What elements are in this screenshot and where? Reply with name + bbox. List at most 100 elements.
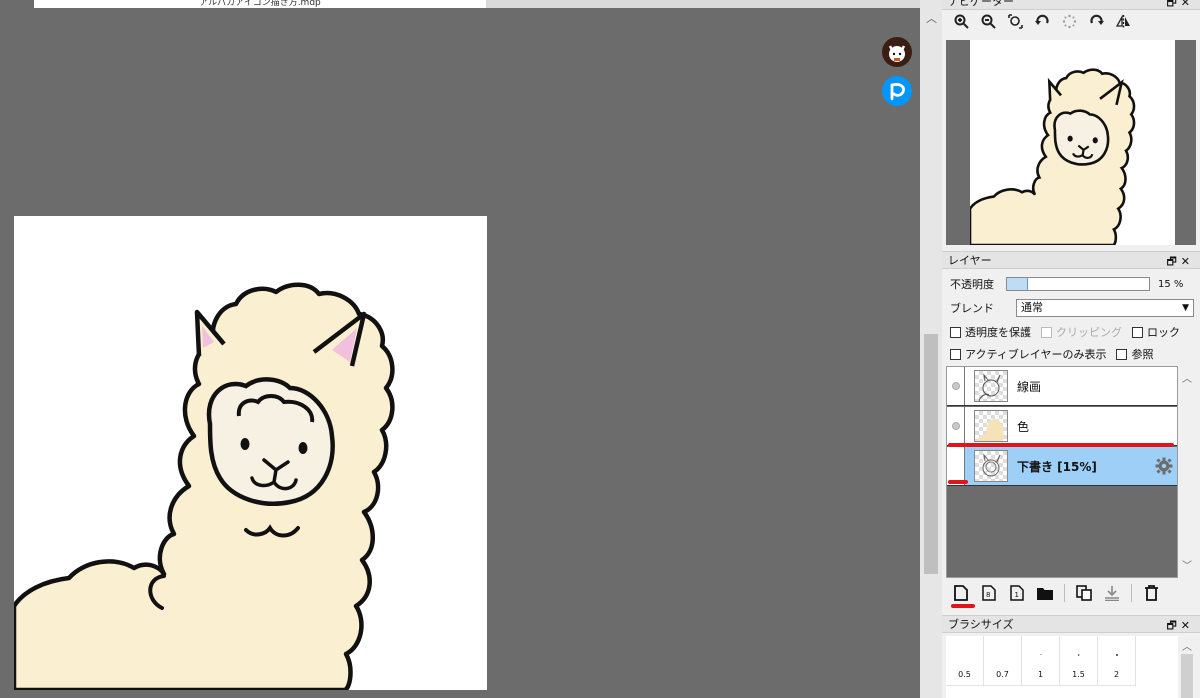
layer-item-sketch[interactable]: 下書き [15%] bbox=[947, 447, 1177, 486]
navigator-thumbnail bbox=[970, 40, 1175, 245]
rotate-reset-icon[interactable] bbox=[1060, 12, 1078, 30]
visibility-dot-icon bbox=[951, 422, 960, 430]
reference-label: 参照 bbox=[1131, 348, 1154, 361]
navigator-preview[interactable] bbox=[946, 40, 1196, 245]
zoom-fit-icon[interactable] bbox=[1006, 12, 1024, 30]
layer-panel-window-controls[interactable]: 🗗✕ bbox=[1166, 253, 1194, 272]
layer-list: 線画 色 下書き [15%] bbox=[946, 366, 1178, 578]
layer-visibility-toggle[interactable] bbox=[947, 367, 965, 405]
navigator-alpaca-thumbnail bbox=[970, 68, 1136, 245]
brush-size-label: 1.5 bbox=[1072, 670, 1085, 679]
alpaca-drawing bbox=[14, 216, 487, 690]
clipping-label: クリッピング bbox=[1056, 326, 1122, 339]
navigator-toolbar bbox=[952, 12, 1132, 30]
blend-mode-select[interactable]: 通常 ▼ bbox=[1016, 299, 1194, 317]
checkbox-box bbox=[1116, 348, 1128, 360]
active-layer-only-label: アクティブレイヤーのみ表示 bbox=[965, 348, 1107, 361]
layer-options-row-2: アクティブレイヤーのみ表示 参照 bbox=[950, 346, 1163, 362]
brush-size-dot bbox=[1077, 654, 1080, 656]
pixiv-icon[interactable] bbox=[882, 76, 912, 106]
layer-item-lineart[interactable]: 線画 bbox=[947, 367, 1177, 406]
scroll-up-arrow-icon[interactable]: ︿ bbox=[926, 10, 937, 26]
dropdown-arrow-icon: ▼ bbox=[1182, 303, 1189, 313]
document-tab[interactable]: アルパカアイコン描き方.mdp bbox=[34, 0, 486, 8]
layer-thumbnail bbox=[974, 410, 1008, 442]
layer-panel-header: レイヤー 🗗✕ bbox=[942, 251, 1200, 269]
rotate-right-icon[interactable] bbox=[1087, 12, 1105, 30]
brush-size-panel-header: ブラシサイズ 🗗✕ bbox=[942, 615, 1200, 633]
merge-down-icon[interactable] bbox=[1103, 584, 1121, 602]
brush-size-dot bbox=[1115, 654, 1118, 656]
brush-size-label: 2 bbox=[1113, 670, 1120, 679]
annotation-red-line bbox=[948, 443, 1174, 447]
layer-options-row-1: 透明度を保護 クリッピング ロック bbox=[950, 324, 1190, 340]
zoom-in-icon[interactable] bbox=[952, 12, 970, 30]
opacity-label: 不透明度 bbox=[950, 278, 994, 291]
svg-text:1: 1 bbox=[1015, 591, 1019, 599]
blend-mode-value: 通常 bbox=[1021, 301, 1043, 314]
layer-thumbnail bbox=[974, 450, 1008, 482]
layer-toolbar: 8 1 bbox=[952, 584, 1160, 602]
layer-name: 線画 bbox=[1017, 379, 1042, 394]
brush-size-option[interactable]: 0.5 bbox=[946, 636, 984, 686]
canvas-scroll-thumb[interactable] bbox=[924, 334, 938, 574]
new-1bit-layer-icon[interactable]: 1 bbox=[1008, 584, 1026, 602]
brush-size-option[interactable]: 0.7 bbox=[984, 636, 1022, 686]
checkbox-box bbox=[1041, 326, 1052, 338]
layer-name: 下書き [15%] bbox=[1017, 459, 1097, 474]
scroll-down-arrow-icon[interactable]: ﹀ bbox=[1182, 557, 1192, 572]
brush-size-option[interactable]: 1.5 bbox=[1060, 636, 1098, 686]
lock-label: ロック bbox=[1147, 326, 1180, 339]
scroll-up-arrow-icon[interactable]: ︿ bbox=[1182, 370, 1192, 385]
brush-size-label: 1 bbox=[1037, 670, 1044, 679]
gear-icon[interactable] bbox=[1155, 457, 1173, 478]
layer-item-color[interactable]: 色 bbox=[947, 407, 1177, 446]
canvas-vertical-scrollbar[interactable]: ︿ bbox=[920, 0, 942, 698]
brush-size-scrollbar[interactable]: ︿ bbox=[1178, 636, 1196, 698]
lock-checkbox[interactable]: ロック bbox=[1132, 324, 1180, 340]
scroll-up-arrow-icon[interactable]: ︿ bbox=[1182, 638, 1192, 653]
delete-layer-icon[interactable] bbox=[1142, 584, 1160, 602]
reference-checkbox[interactable]: 参照 bbox=[1116, 346, 1153, 362]
folder-icon[interactable] bbox=[1036, 584, 1054, 602]
active-layer-only-checkbox[interactable]: アクティブレイヤーのみ表示 bbox=[950, 346, 1106, 362]
layer-panel-title: レイヤー bbox=[948, 254, 992, 267]
new-layer-icon[interactable] bbox=[952, 584, 970, 602]
navigator-title: ナビゲーター bbox=[948, 0, 1014, 8]
annotation-red-underline bbox=[951, 604, 975, 608]
rotate-left-icon[interactable] bbox=[1033, 12, 1051, 30]
layer-visibility-toggle[interactable] bbox=[947, 407, 965, 445]
opacity-slider-fill bbox=[1007, 278, 1029, 290]
blend-label: ブレンド bbox=[950, 302, 994, 315]
layer-name: 色 bbox=[1017, 419, 1030, 434]
navigator-window-controls[interactable]: 🗗✕ bbox=[1166, 0, 1194, 13]
brush-size-label: 0.5 bbox=[958, 670, 971, 679]
navigator-panel-header: ナビゲーター 🗗✕ bbox=[942, 0, 1200, 10]
brush-scroll-thumb[interactable] bbox=[1181, 654, 1193, 698]
protect-alpha-checkbox[interactable]: 透明度を保護 bbox=[950, 324, 1031, 340]
duplicate-layer-icon[interactable] bbox=[1075, 584, 1093, 602]
artwork-canvas[interactable] bbox=[14, 216, 487, 690]
layer-thumbnail bbox=[974, 370, 1008, 402]
brush-size-option[interactable]: 1 bbox=[1022, 636, 1060, 686]
alpaca-avatar-icon[interactable] bbox=[882, 37, 912, 67]
new-8bit-layer-icon[interactable]: 8 bbox=[980, 584, 998, 602]
floating-icons bbox=[882, 37, 912, 115]
annotation-red-line-short bbox=[948, 480, 968, 484]
checkbox-box bbox=[950, 348, 961, 360]
zoom-out-icon[interactable] bbox=[979, 12, 997, 30]
checkbox-box bbox=[950, 326, 961, 338]
layer-list-scrollbar[interactable]: ︿ ﹀ bbox=[1178, 366, 1196, 578]
checkbox-box bbox=[1132, 326, 1143, 338]
document-tab-title: アルパカアイコン描き方.mdp bbox=[199, 0, 321, 8]
flip-horizontal-icon[interactable] bbox=[1114, 12, 1132, 30]
clipping-checkbox: クリッピング bbox=[1041, 324, 1122, 340]
brush-size-label: 0.7 bbox=[996, 670, 1009, 679]
brush-size-dot bbox=[1040, 654, 1041, 655]
toolbar-separator bbox=[1131, 584, 1132, 602]
toolbar-separator bbox=[1064, 584, 1065, 602]
brush-size-window-controls[interactable]: 🗗✕ bbox=[1166, 617, 1194, 636]
opacity-slider[interactable] bbox=[1006, 277, 1150, 291]
visibility-dot-icon bbox=[951, 382, 960, 390]
brush-size-option[interactable]: 2 bbox=[1098, 636, 1136, 686]
